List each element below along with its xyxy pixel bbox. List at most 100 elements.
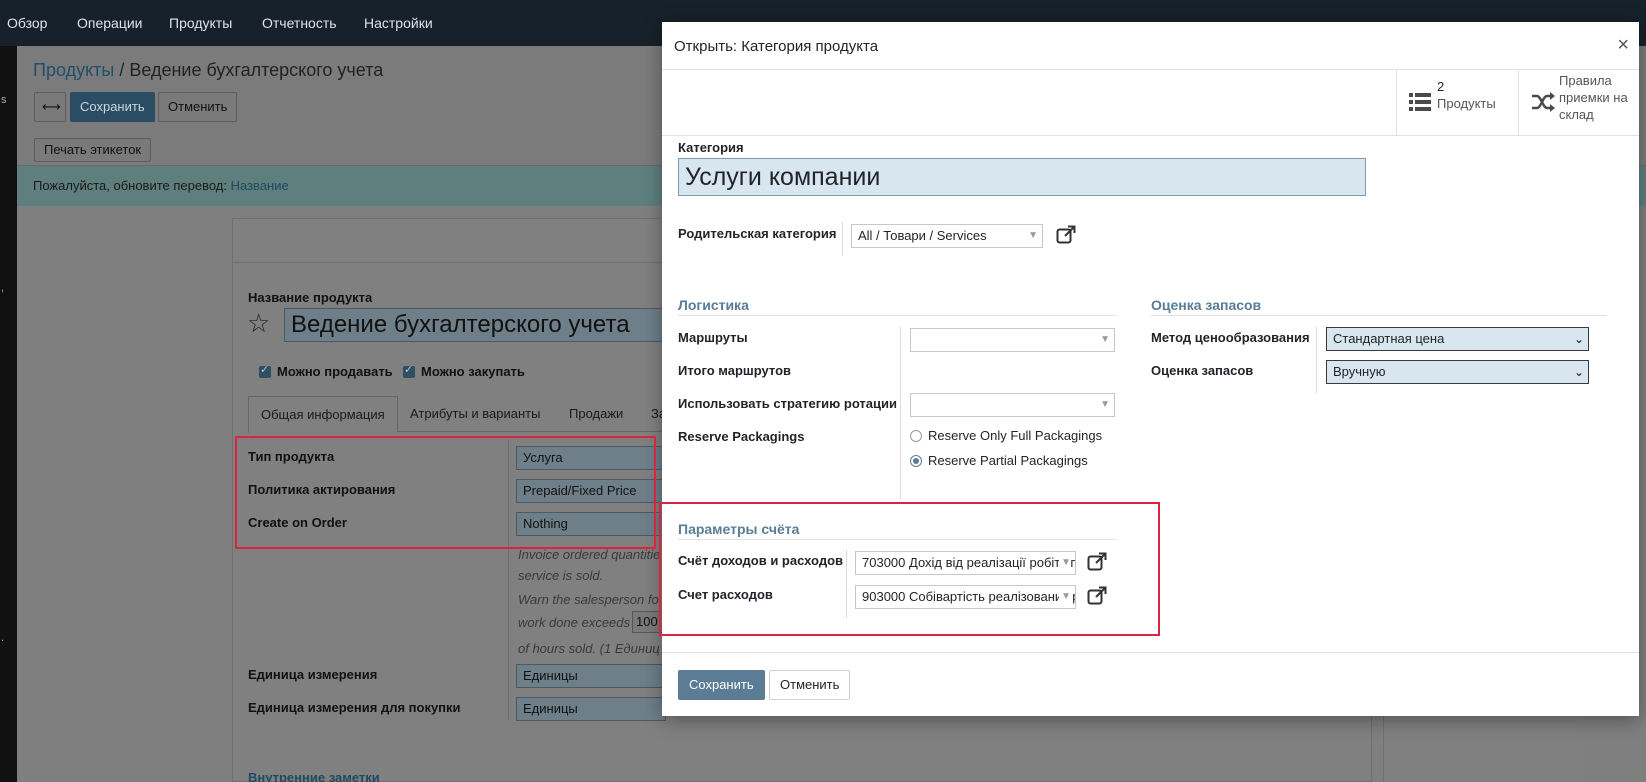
reserve-partial-radio[interactable] [910,455,922,467]
products-smart-button[interactable]: 2 Продукты [1396,70,1518,136]
bg-save-button[interactable]: Сохранить [70,92,155,122]
tab-general-info[interactable]: Общая информация [248,396,398,433]
reserve-full-radio[interactable] [910,430,922,442]
list-icon [1409,92,1431,115]
product-type-label: Тип продукта [248,449,335,464]
valuation-select[interactable]: Вручную ⌄ [1326,360,1589,384]
dialog-save-button[interactable]: Сохранить [678,670,765,700]
create-on-order-select[interactable]: Nothing [516,512,666,536]
warn-hint-line-1: Warn the salesperson fo [518,592,659,607]
dialog-header: Открыть: Категория продукта × [662,22,1639,70]
bg-discard-button[interactable]: Отменить [158,92,238,122]
alert-link[interactable]: Название [231,178,289,193]
category-dialog: Открыть: Категория продукта × 2 Продукты [662,22,1639,716]
chevron-down-icon: ⌄ [1573,365,1584,379]
can-buy-checkbox[interactable] [403,363,415,378]
nav-item-settings[interactable]: Настройки [364,15,433,31]
chevron-down-icon: ▼ [1100,399,1110,410]
expand-button[interactable]: ⟷ [34,92,66,122]
create-on-order-label: Create on Order [248,515,347,530]
expense-account-select[interactable]: 903000 Собівартість реалізованих робі ▼ [855,585,1076,609]
account-section-title: Параметры счёта [678,521,800,537]
logistics-divider [900,327,901,499]
external-link-icon[interactable] [1056,225,1076,248]
routes-select[interactable]: ▼ [910,328,1115,352]
nav-item-products[interactable]: Продукты [169,15,232,31]
invoicing-policy-select[interactable]: Prepaid/Fixed Price [516,479,666,503]
print-labels-button[interactable]: Печать этикеток [34,138,152,162]
product-name-input[interactable]: Ведение бухгалтерского учета [284,308,664,342]
dialog-discard-button[interactable]: Отменить [769,670,851,700]
account-divider [846,550,847,618]
parent-category-select[interactable]: All / Товари / Services ▼ [851,224,1043,248]
cost-method-select[interactable]: Стандартная цена ⌄ [1326,327,1589,351]
can-sell-label: Можно продавать [277,364,393,379]
uom-select[interactable]: Единицы [516,664,666,688]
nav-item-operations[interactable]: Операции [77,15,143,31]
tab-attributes[interactable]: Атрибуты и варианты [410,406,540,421]
reserve-partial-label: Reserve Partial Packagings [928,453,1088,468]
parent-divider [842,222,843,256]
chevron-down-icon: ▼ [1100,334,1110,345]
invoicing-policy-label: Политика актирования [248,482,396,497]
breadcrumb-parent[interactable]: Продукты [33,60,114,80]
breadcrumb: Продукты / Ведение бухгалтерского учета [33,60,383,81]
left-strip: s , . [0,46,17,782]
star-icon[interactable]: ☆ [247,308,270,339]
putaway-label-line-3: склад [1559,107,1594,122]
tab-sales[interactable]: Продажи [569,406,623,421]
removal-strategy-select[interactable]: ▼ [910,393,1115,417]
warn-threshold-input[interactable]: 100 [632,611,664,633]
field-divider [508,440,509,720]
chevron-down-icon: ▼ [1059,586,1071,608]
product-type-select[interactable]: Услуга [516,446,666,470]
putaway-rules-smart-button[interactable]: Правила приемки на склад [1518,70,1639,136]
logistics-section-title: Логистика [678,297,749,313]
purchase-uom-select[interactable]: Единицы [516,697,666,721]
nav-item-reporting[interactable]: Отчетность [262,15,337,31]
nav-item-overview[interactable]: Обзор [7,15,47,31]
cost-method-label: Метод ценообразования [1151,330,1310,345]
chevron-down-icon: ▼ [1059,552,1071,574]
account-section-line [678,539,1116,540]
valuation-section-line [1151,315,1606,316]
products-count: 2 [1437,79,1445,94]
chevron-down-icon: ▼ [1028,230,1038,241]
expand-icon: ⟷ [42,99,61,114]
income-account-label: Счёт доходов и расходов [678,553,844,568]
products-label: Продукты [1437,96,1496,111]
logistics-section-line [678,315,1116,316]
valuation-section-title: Оценка запасов [1151,297,1262,313]
income-account-value: 703000 Дохід від реалізації робіт і посл [862,555,1076,570]
reserve-full-label: Reserve Only Full Packagings [928,428,1103,443]
invoice-hint-line-1: Invoice ordered quantitie [518,547,661,562]
purchase-uom-label: Единица измерения для покупки [248,700,461,715]
expense-account-label: Счет расходов [678,587,773,602]
income-account-select[interactable]: 703000 Дохід від реалізації робіт і посл… [855,551,1076,575]
shuffle-icon [1531,92,1555,115]
valuation-divider [1316,327,1317,393]
category-name-input[interactable]: Услуги компании [678,158,1366,196]
category-label: Категория [678,140,744,155]
cost-method-value: Стандартная цена [1333,331,1445,346]
expense-account-value: 903000 Собівартість реалізованих робі [862,589,1076,604]
dialog-footer: Сохранить Отменить [662,652,1639,716]
close-icon[interactable]: × [1617,34,1629,57]
breadcrumb-separator: / [114,60,130,80]
invoice-hint-line-2: service is sold. [518,568,604,583]
putaway-label-line-2: приемки на [1559,90,1628,105]
product-name-label: Название продукта [248,290,373,305]
parent-category-label: Родительская категория [678,226,837,241]
chevron-down-icon: ⌄ [1573,332,1584,346]
external-link-icon[interactable] [1087,552,1107,575]
warn-hint-line-3: of hours sold. (1 Единиц [518,641,660,656]
removal-strategy-label: Использовать стратегию ротации [678,396,898,411]
smart-buttons: 2 Продукты Правила приемки на склад [662,70,1639,136]
reserve-packagings-label: Reserve Packagings [678,429,805,444]
external-link-icon[interactable] [1087,586,1107,609]
can-sell-checkbox[interactable] [259,363,271,378]
parent-category-value: All / Товари / Services [858,228,987,243]
valuation-value: Вручную [1333,364,1386,379]
breadcrumb-current: Ведение бухгалтерского учета [129,60,384,80]
total-routes-label: Итого маршрутов [678,363,792,378]
